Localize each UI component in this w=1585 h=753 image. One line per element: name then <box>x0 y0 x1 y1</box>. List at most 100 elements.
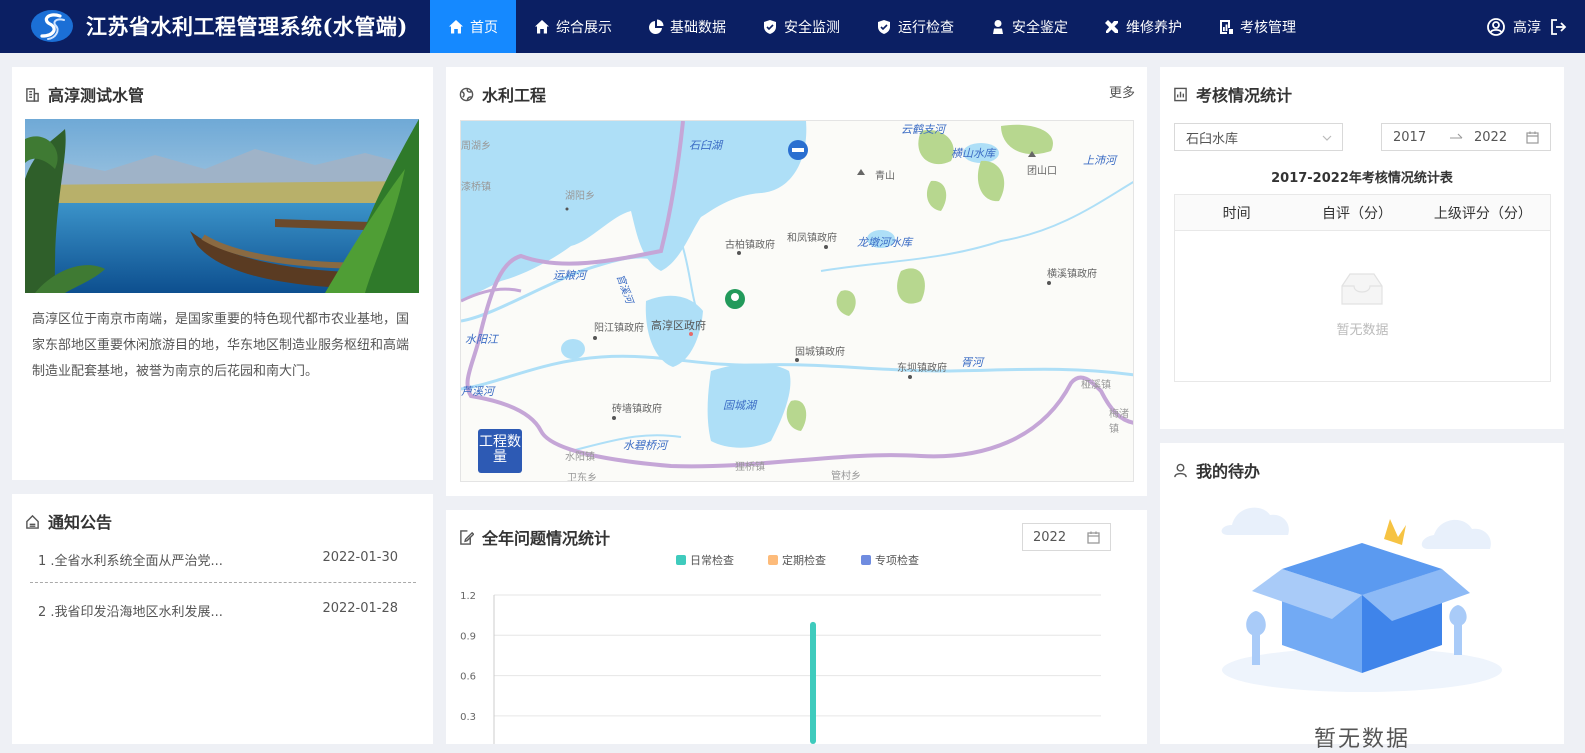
nav-operation-check[interactable]: 运行检查 <box>858 0 972 53</box>
map-panel-title: 水利工程 <box>459 82 546 106</box>
notice-text: 2 .我省印发沿海地区水利发展... <box>38 605 223 620</box>
notice-date: 2022-01-30 <box>322 550 398 565</box>
map-label-place: 砖墙镇政府 <box>612 404 662 415</box>
shield-check-icon <box>878 19 890 34</box>
legend-label[interactable]: 定期检查 <box>782 553 826 567</box>
notice-panel: 通知公告 1 .全省水利系统全面从严治党... 2022-01-30 2 .我省… <box>12 494 433 744</box>
notice-item[interactable]: 2 .我省印发沿海地区水利发展... 2022-01-28 <box>38 601 398 620</box>
assess-table-title: 2017-2022年考核情况统计表 <box>1271 171 1453 186</box>
empty-box-icon <box>1341 273 1383 305</box>
y-tick-label: 0.6 <box>460 672 476 683</box>
nav-label: 运行检查 <box>898 19 954 36</box>
table-header: 时间 自评（分） 上级评分（分） <box>1175 195 1550 231</box>
app-title: 江苏省水利工程管理系统(水管端) <box>86 14 408 39</box>
column-header-time[interactable]: 时间 <box>1175 195 1298 230</box>
logout-icon[interactable] <box>1549 18 1567 36</box>
map-label-place: 上沛河 <box>1083 154 1116 167</box>
shield-icon <box>764 19 776 34</box>
map-label-place: 青山 <box>875 171 895 182</box>
more-link[interactable]: 更多 <box>1109 82 1135 101</box>
nav-label: 考核管理 <box>1240 19 1296 36</box>
map-label-place: 管村乡 <box>831 471 861 482</box>
y-tick-label: 1.2 <box>460 591 476 602</box>
todo-empty-text: 暂无数据 <box>1313 727 1410 752</box>
todo-panel-title: 我的待办 <box>1173 458 1260 482</box>
bar-daily-check[interactable] <box>810 621 816 744</box>
column-header-self-score[interactable]: 自评（分） <box>1298 195 1415 230</box>
year-range-picker[interactable]: 2017 2022 <box>1381 123 1551 151</box>
reservoir-select[interactable]: 石臼水库 <box>1174 123 1343 151</box>
map-label-place: 石臼湖 <box>689 139 722 152</box>
map-label-place: 芦溪河 <box>461 385 494 398</box>
nav-label: 综合展示 <box>556 19 612 36</box>
legend-label[interactable]: 专项检查 <box>875 553 919 567</box>
shijiu-lake <box>461 121 807 301</box>
nav-label: 安全监测 <box>784 19 840 36</box>
nav-home[interactable]: 首页 <box>430 0 516 53</box>
top-navbar: 江苏省水利工程管理系统(水管端) 首页 综合展示 基础数据 安全监测 运行检查 … <box>0 0 1585 53</box>
legend-swatch[interactable] <box>768 555 778 565</box>
notice-panel-title: 通知公告 <box>25 509 112 533</box>
empty-box-illustration <box>1221 507 1502 692</box>
map-label-place: 横溪镇政府 <box>1047 269 1097 280</box>
intro-title-text: 高淳测试水管 <box>48 86 145 105</box>
project-map[interactable]: 石臼湖 湖阳乡 古柏镇政府 和凤镇政府 龙墩河水库 横溪镇政府 阳江镇政府 高淳… <box>460 120 1134 482</box>
map-label-place: 龙墩河水库 <box>857 236 912 249</box>
notice-item[interactable]: 1 .全省水利系统全面从严治党... 2022-01-30 <box>38 550 398 569</box>
building-icon <box>26 87 39 102</box>
assess-table: 时间 自评（分） 上级评分（分） 暂无数据 <box>1174 194 1551 382</box>
legend-label[interactable]: 日常检查 <box>690 553 734 567</box>
y-tick-label: 0.9 <box>460 631 476 642</box>
notice-date: 2022-01-28 <box>322 601 398 616</box>
reservoir-select-value: 石臼水库 <box>1186 131 1239 147</box>
map-label-place: 运粮河 <box>553 269 586 282</box>
nav-assessment[interactable]: 考核管理 <box>1200 0 1314 53</box>
intro-panel: 高淳测试水管 高淳区位于南京市南端，是国家重要的特色现代都市农业基地，国家东部地… <box>12 67 433 480</box>
map-label-place: 高淳区政府 <box>651 319 706 332</box>
map-label-place: 水阳江 <box>465 333 498 346</box>
globe-icon <box>459 87 474 101</box>
chevron-down-icon <box>1322 135 1332 141</box>
nav-maintenance[interactable]: 维修养护 <box>1086 0 1200 53</box>
intro-text: 高淳区位于南京市南端，是国家重要的特色现代都市农业基地，国家东部地区重要休闲旅游… <box>32 312 410 379</box>
legend-swatch[interactable] <box>676 555 686 565</box>
nav-safety-appraisal[interactable]: 安全鉴定 <box>972 0 1086 53</box>
water-project-panel: 水利工程 更多 石臼湖 湖阳乡 古柏镇政府 和凤镇政府 龙墩河水库 横溪镇政府 … <box>446 67 1147 496</box>
map-label-place: 桠溪镇 <box>1081 380 1111 391</box>
assessment-panel: 考核情况统计 石臼水库 2017 2022 2017-2022年考核情况统计表 … <box>1160 67 1564 429</box>
logo-icon <box>31 10 73 42</box>
nav-label: 安全鉴定 <box>1012 19 1068 36</box>
map-label-place: 固城湖 <box>723 399 756 412</box>
map-label-place: 湖阳乡 <box>565 191 595 202</box>
nav-safety-monitor[interactable]: 安全监测 <box>744 0 858 53</box>
person-icon <box>993 19 1003 34</box>
range-start[interactable]: 2017 <box>1393 130 1426 145</box>
nav-label: 维修养护 <box>1126 19 1182 36</box>
calendar-icon <box>1526 131 1539 144</box>
user-name: 高淳 <box>1513 19 1541 36</box>
column-header-superior-score[interactable]: 上级评分（分） <box>1416 195 1550 230</box>
nav-overview[interactable]: 综合展示 <box>516 0 630 53</box>
user-menu[interactable]: 高淳 <box>1487 0 1567 53</box>
intro-panel-title: 高淳测试水管 <box>25 82 144 106</box>
map-label-place: 团山口 <box>1027 166 1057 177</box>
range-end[interactable]: 2022 <box>1474 130 1507 145</box>
nav-basic-data[interactable]: 基础数据 <box>630 0 744 53</box>
tools-icon <box>1105 19 1118 33</box>
y-tick-label: 0.3 <box>460 712 476 723</box>
map-label-place: 古柏镇政府 <box>725 240 775 251</box>
issue-bar-chart: 日常检查 定期检查 专项检查 1.2 0.9 0.6 0.3 <box>460 553 1101 744</box>
notice-text: 1 .全省水利系统全面从严治党... <box>38 554 223 569</box>
user-icon <box>1174 463 1187 477</box>
map-label-place: 卫东乡 <box>567 473 597 482</box>
nav-label: 首页 <box>470 19 498 36</box>
legend-swatch[interactable] <box>861 555 871 565</box>
project-count-button[interactable]: 工程数量 <box>478 429 522 473</box>
map-label-place: 阳江镇政府 <box>594 323 644 334</box>
map-label-place: 固城镇政府 <box>795 347 845 358</box>
announcement-icon <box>26 514 39 529</box>
map-label-place: 和凤镇政府 <box>787 233 837 244</box>
map-label-place: 漆桥镇 <box>461 182 491 193</box>
map-label-place: 云鹤支河 <box>901 123 945 136</box>
map-title-text: 水利工程 <box>482 86 547 105</box>
